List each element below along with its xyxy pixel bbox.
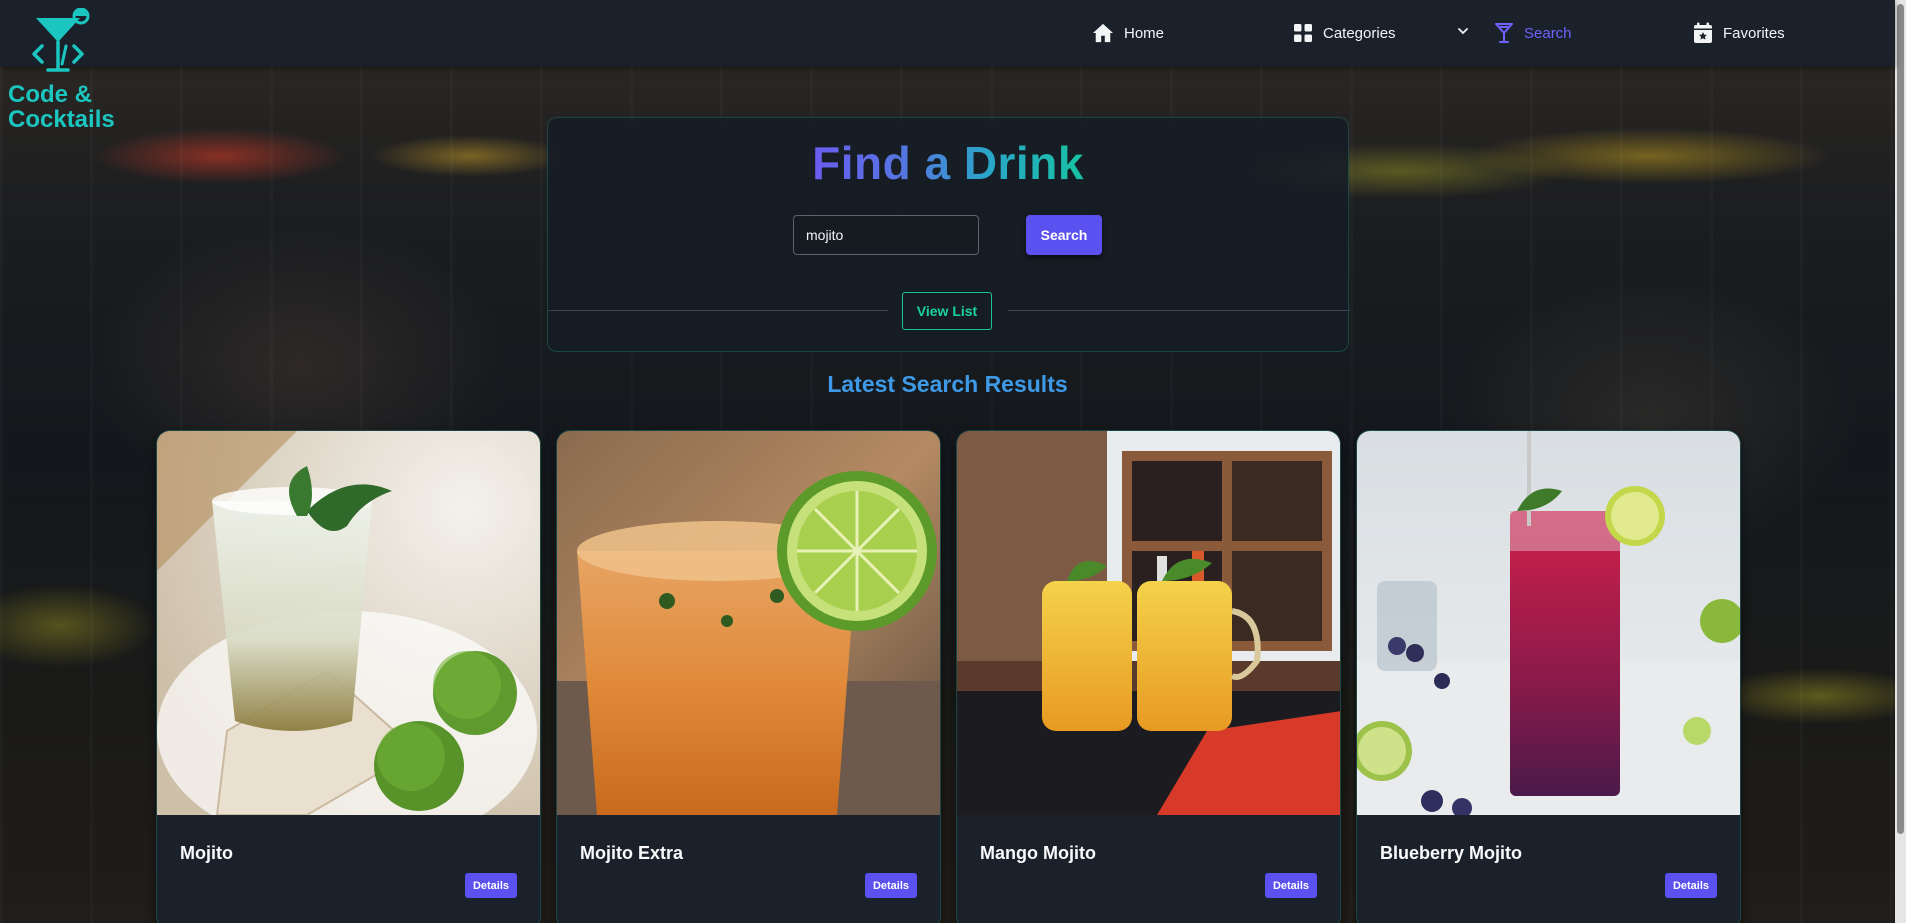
drink-name: Mojito Extra — [580, 843, 684, 863]
scrollbar-thumb[interactable] — [1897, 4, 1904, 834]
drink-card[interactable]: Mango Mojito Details — [956, 430, 1341, 923]
view-list-button[interactable]: View List — [902, 292, 992, 330]
drink-image — [557, 431, 940, 815]
search-panel: Find a Drink Search View List — [547, 117, 1350, 352]
drink-card[interactable]: Mojito Extra Details — [556, 430, 941, 923]
site-logo[interactable]: Code & Cocktails — [6, 8, 126, 138]
logo-line-2: Cocktails — [8, 106, 115, 133]
navbar: Home Categories Search Favorites — [0, 0, 1895, 66]
nav-home-label: Home — [1124, 24, 1165, 42]
nav-favorites-label: Favorites — [1723, 24, 1785, 42]
drink-card[interactable]: Mojito Details — [156, 430, 541, 923]
nav-search-link[interactable]: Search — [1494, 18, 1572, 48]
nav-home-link[interactable]: Home — [1092, 18, 1164, 48]
app-page: Home Categories Search Favorites Code & … — [0, 0, 1906, 923]
nav-search-label: Search — [1524, 24, 1572, 42]
logo-text: Code & Cocktails — [6, 82, 126, 132]
results-heading: Latest Search Results — [827, 371, 1068, 397]
cocktail-code-logo-icon — [32, 8, 90, 72]
details-button[interactable]: Details — [1665, 873, 1717, 898]
nav-categories-link[interactable]: Categories — [1293, 18, 1396, 48]
nav-favorites-link[interactable]: Favorites — [1693, 18, 1785, 48]
nav-categories-label: Categories — [1323, 24, 1396, 42]
logo-line-1: Code & — [8, 81, 92, 108]
drink-image — [1357, 431, 1740, 815]
search-button[interactable]: Search — [1026, 215, 1102, 255]
details-button[interactable]: Details — [1265, 873, 1317, 898]
drink-image — [957, 431, 1340, 815]
grid-icon — [1294, 24, 1312, 42]
details-button[interactable]: Details — [465, 873, 517, 898]
details-button[interactable]: Details — [865, 873, 917, 898]
page-title-text: Find a Drink — [812, 137, 1084, 189]
drink-name: Mango Mojito — [980, 843, 1096, 863]
drink-name: Blueberry Mojito — [1380, 843, 1523, 863]
drink-name: Mojito — [180, 843, 233, 863]
search-input[interactable] — [793, 215, 979, 255]
drink-card[interactable]: Blueberry Mojito Details — [1356, 430, 1741, 923]
divider-right — [1008, 310, 1350, 311]
home-icon — [1093, 23, 1113, 43]
cocktail-glass-icon — [1495, 23, 1513, 43]
chevron-down-icon[interactable] — [1456, 24, 1470, 38]
drink-image — [157, 431, 540, 815]
calendar-star-icon — [1694, 22, 1712, 43]
page-title: Find a Drink — [548, 136, 1348, 190]
divider-left — [548, 310, 888, 311]
